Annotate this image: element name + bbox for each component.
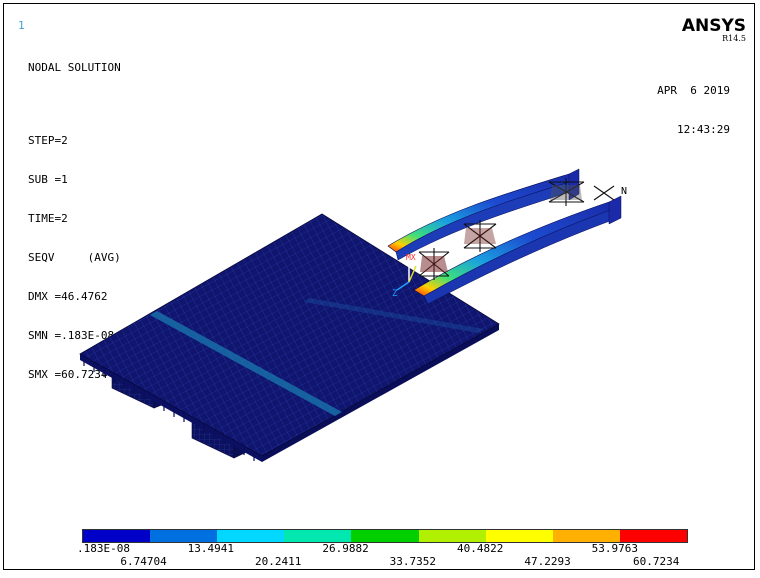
- legend-tick-label: 47.2293: [524, 555, 571, 568]
- legend-swatch: [284, 530, 352, 542]
- legend-swatch: [217, 530, 285, 542]
- legend-swatch: [351, 530, 419, 542]
- deck-slab: [79, 213, 500, 457]
- legend-tick-label: 13.4941: [187, 542, 235, 555]
- legend-tick-label: 60.7234: [633, 555, 680, 568]
- node-marker: N: [621, 186, 627, 197]
- axis-label: Z: [392, 289, 398, 299]
- legend-tick-label: 40.4822: [457, 542, 504, 555]
- graphics-window[interactable]: 1 NODAL SOLUTION STEP=2 SUB =1 TIME=2 SE…: [3, 3, 755, 570]
- legend-swatch: [485, 530, 553, 542]
- legend-tick-label: 53.9763: [591, 542, 639, 555]
- legend-swatch: [552, 530, 620, 542]
- max-marker: MX: [406, 253, 416, 262]
- legend-swatch: [150, 530, 218, 542]
- legend-swatch: [418, 530, 486, 542]
- legend-swatch: [619, 530, 687, 542]
- legend-tick-label: 33.7352: [389, 555, 437, 568]
- legend-swatch: [83, 530, 151, 542]
- contour-legend-bar: [82, 529, 688, 543]
- legend-tick-label: .183E-08: [77, 542, 130, 555]
- fe-model-view[interactable]: Z MX N: [4, 4, 754, 524]
- legend-tick-label: 6.74704: [120, 555, 167, 568]
- legend-tick-label: 26.9882: [322, 542, 369, 555]
- legend-tick-label: 20.2411: [255, 555, 302, 568]
